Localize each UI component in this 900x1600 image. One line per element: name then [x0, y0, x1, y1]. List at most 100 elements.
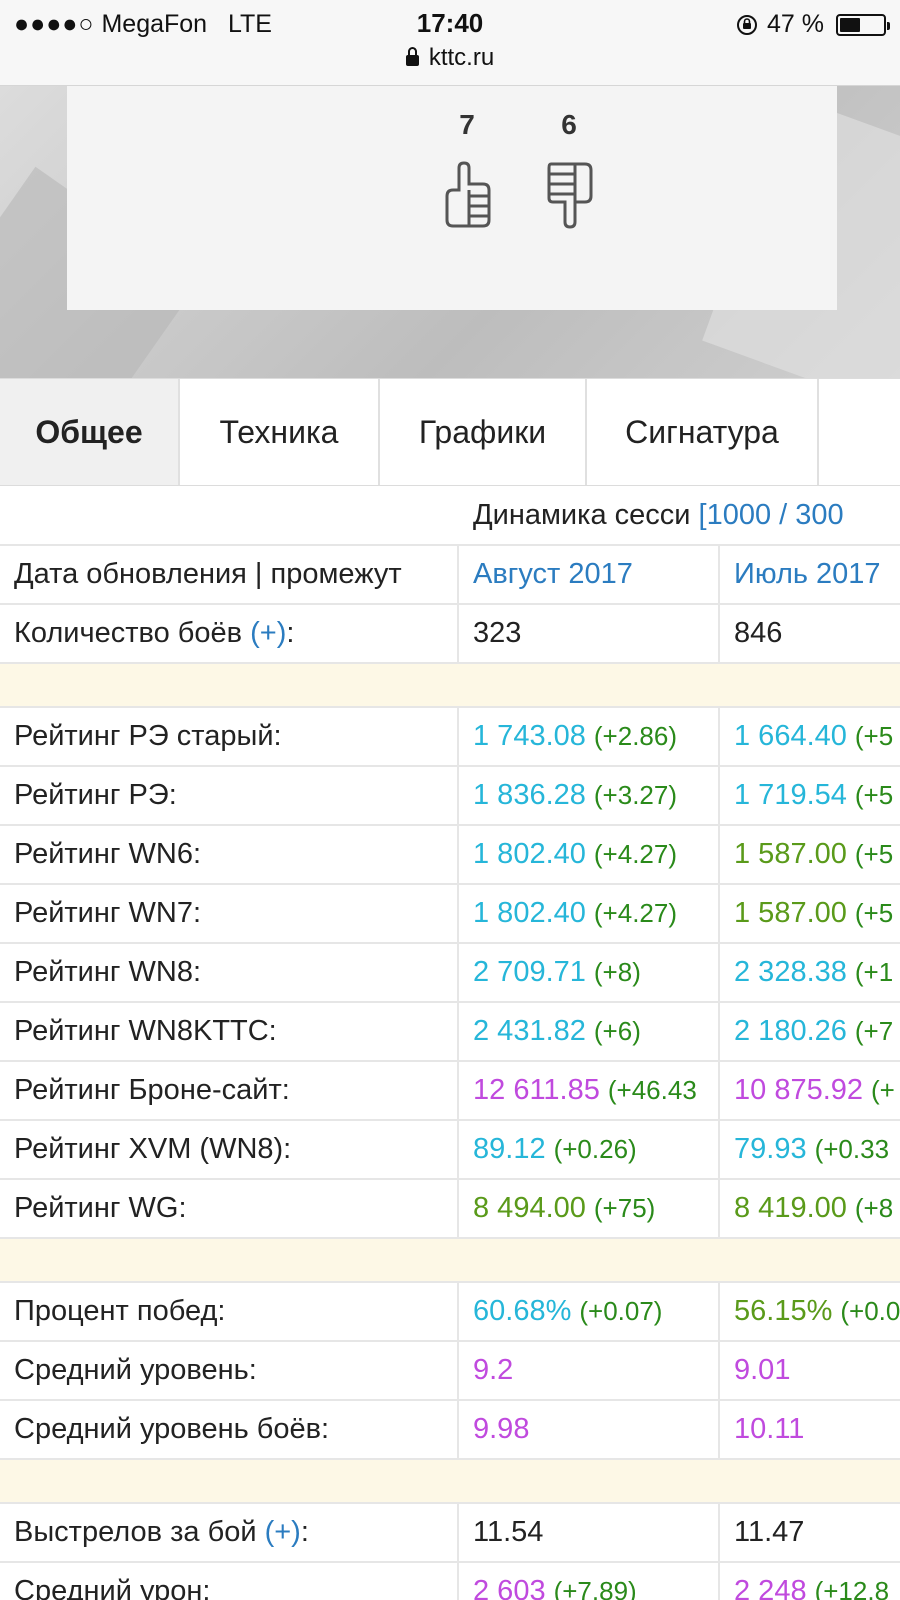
rating-label: Рейтинг WN8: — [0, 944, 459, 1001]
damage-col1: 2 603 (+7.89) — [461, 1563, 720, 1600]
rating-delta: (+0.33 — [814, 1134, 890, 1164]
rating-delta: (+5 — [854, 839, 894, 869]
rating-col2: 2 328.38 (+1 — [722, 944, 900, 1001]
rating-delta: (+7 — [854, 1016, 894, 1046]
stat-col2: 9.01 — [722, 1342, 900, 1399]
section-divider — [0, 1239, 900, 1283]
stat-label: Средний уровень: — [0, 1342, 459, 1399]
rating-value: 1 802.40 — [473, 897, 586, 929]
tab-charts[interactable]: Графики — [380, 379, 587, 485]
stats-group: Процент побед: 60.68% (+0.07) 56.15% (+0.0 Ср… — [0, 1283, 900, 1460]
rating-value: 10 875.92 — [734, 1074, 864, 1106]
table-row: Рейтинг РЭ старый: 1 743.08 (+2.86) 1 664.4… — [0, 708, 900, 767]
session-dynamics-header: Динамика сесси [1000 / 300 — [0, 486, 900, 546]
stat-value: 60.68% — [473, 1295, 572, 1327]
rating-label: Рейтинг XVM (WN8): — [0, 1121, 459, 1178]
battles-expand-link[interactable]: (+) — [250, 617, 286, 649]
rating-delta: (+5 — [854, 780, 894, 810]
dislike-button[interactable]: 6 — [539, 108, 599, 230]
rating-col2: 1 664.40 (+5 — [722, 708, 900, 765]
rating-delta: (+4.27) — [593, 839, 677, 869]
rating-label: Рейтинг WN6: — [0, 826, 459, 883]
session-range-link[interactable]: [1000 / 300 — [699, 499, 844, 531]
rating-col1: 8 494.00 (+75) — [461, 1180, 720, 1237]
table-row: Рейтинг РЭ: 1 836.28 (+3.27) 1 719.54 (+5 — [0, 767, 900, 826]
stat-label: Процент побед: — [0, 1283, 459, 1340]
rating-value: 12 611.85 — [473, 1074, 600, 1106]
rating-label: Рейтинг Броне-сайт: — [0, 1062, 459, 1119]
rating-value: 2 180.26 — [734, 1015, 847, 1047]
rating-label: Рейтинг WN7: — [0, 885, 459, 942]
shots-col1: 11.54 — [461, 1504, 720, 1561]
stat-col1: 60.68% (+0.07) — [461, 1283, 720, 1340]
table-row: Средний уровень: 9.2 9.01 — [0, 1342, 900, 1401]
rating-label: Рейтинг РЭ старый: — [0, 708, 459, 765]
damage-delta-1: (+7.89) — [553, 1576, 637, 1600]
date-july-link[interactable]: Июль 2017 — [722, 546, 900, 603]
rating-col2: 79.93 (+0.33 — [722, 1121, 900, 1178]
date-label: Дата обновления | промежут — [0, 546, 459, 603]
stat-value: 56.15% — [734, 1295, 833, 1327]
rating-value: 8 419.00 — [734, 1192, 847, 1224]
rating-label: Рейтинг РЭ: — [0, 767, 459, 824]
rating-col1: 2 431.82 (+6) — [461, 1003, 720, 1060]
battery-icon — [836, 13, 890, 36]
damage-label: Средний урон: — [0, 1563, 459, 1600]
profile-header: 7 6 — [0, 86, 900, 378]
rating-label: Рейтинг WN8KTTC: — [0, 1003, 459, 1060]
table-row: Средний уровень боёв: 9.98 10.11 — [0, 1401, 900, 1460]
rating-col1: 12 611.85 (+46.43 — [461, 1062, 720, 1119]
stat-col2: 10.11 — [722, 1401, 900, 1458]
rating-label: Рейтинг WG: — [0, 1180, 459, 1237]
like-button[interactable]: 7 — [437, 108, 497, 230]
profile-tabs: Общее Техника Графики Сигнатура — [0, 378, 900, 486]
rotation-lock-icon — [737, 14, 758, 35]
tab-general[interactable]: Общее — [0, 379, 180, 485]
thumbs-down-icon — [547, 162, 593, 229]
stat-col1: 9.2 — [461, 1342, 720, 1399]
rating-value: 1 836.28 — [473, 779, 586, 811]
rating-delta: (+46.43 — [607, 1075, 697, 1105]
rating-col2: 1 587.00 (+5 — [722, 826, 900, 883]
rating-value: 1 743.08 — [473, 720, 586, 752]
status-bar: ●●●●○ MegaFon LTE 17:40 47 % kttc.ru — [0, 0, 900, 86]
rating-delta: (+4.27) — [593, 898, 677, 928]
shots-col2: 11.47 — [734, 1516, 805, 1548]
lock-icon — [405, 47, 419, 66]
table-row: Рейтинг WN6: 1 802.40 (+4.27) 1 587.00 (+5 — [0, 826, 900, 885]
rating-delta: (+75) — [593, 1193, 656, 1223]
session-dynamics-label: Динамика сесси — [473, 499, 691, 531]
rating-delta: (+6) — [593, 1016, 641, 1046]
rating-value: 89.12 — [473, 1133, 546, 1165]
rating-value: 1 802.40 — [473, 838, 586, 870]
damage-value-1: 2 603 — [473, 1575, 546, 1600]
date-august-link[interactable]: Август 2017 — [461, 546, 720, 603]
rating-delta: (+8) — [593, 957, 641, 987]
shots-expand-link[interactable]: (+) — [265, 1516, 301, 1548]
rating-delta: (+2.86) — [593, 721, 677, 751]
rating-delta: (+3.27) — [593, 780, 677, 810]
table-row: Рейтинг WN8: 2 709.71 (+8) 2 328.38 (+1 — [0, 944, 900, 1003]
table-row: Рейтинг WG: 8 494.00 (+75) 8 419.00 (+8 — [0, 1180, 900, 1239]
shots-label-colon: : — [300, 1516, 309, 1548]
stats-table: Динамика сесси [1000 / 300 Дата обновлен… — [0, 486, 900, 1600]
battery-percent: 47 % — [767, 10, 824, 38]
tab-vehicles[interactable]: Техника — [180, 379, 380, 485]
rating-delta: (+5 — [854, 898, 894, 928]
shots-label: Выстрелов за бой (+): — [0, 1504, 459, 1561]
address-bar[interactable]: kttc.ru — [0, 44, 900, 72]
table-row: Рейтинг WN8KTTC: 2 431.82 (+6) 2 180.26 (+7 — [0, 1003, 900, 1062]
rating-col1: 1 743.08 (+2.86) — [461, 708, 720, 765]
rating-col2: 1 719.54 (+5 — [722, 767, 900, 824]
rating-col1: 2 709.71 (+8) — [461, 944, 720, 1001]
rating-col1: 1 802.40 (+4.27) — [461, 885, 720, 942]
tab-signature[interactable]: Сигнатура — [587, 379, 819, 485]
like-count: 7 — [459, 109, 475, 140]
rating-col1: 89.12 (+0.26) — [461, 1121, 720, 1178]
battles-label: Количество боёв (+): — [0, 605, 459, 662]
rating-col2: 10 875.92 (+ — [722, 1062, 900, 1119]
rating-value: 2 709.71 — [473, 956, 586, 988]
table-row: Количество боёв (+): 323 846 — [0, 605, 900, 664]
rating-delta: (+1 — [854, 957, 894, 987]
rating-value: 2 328.38 — [734, 956, 847, 988]
